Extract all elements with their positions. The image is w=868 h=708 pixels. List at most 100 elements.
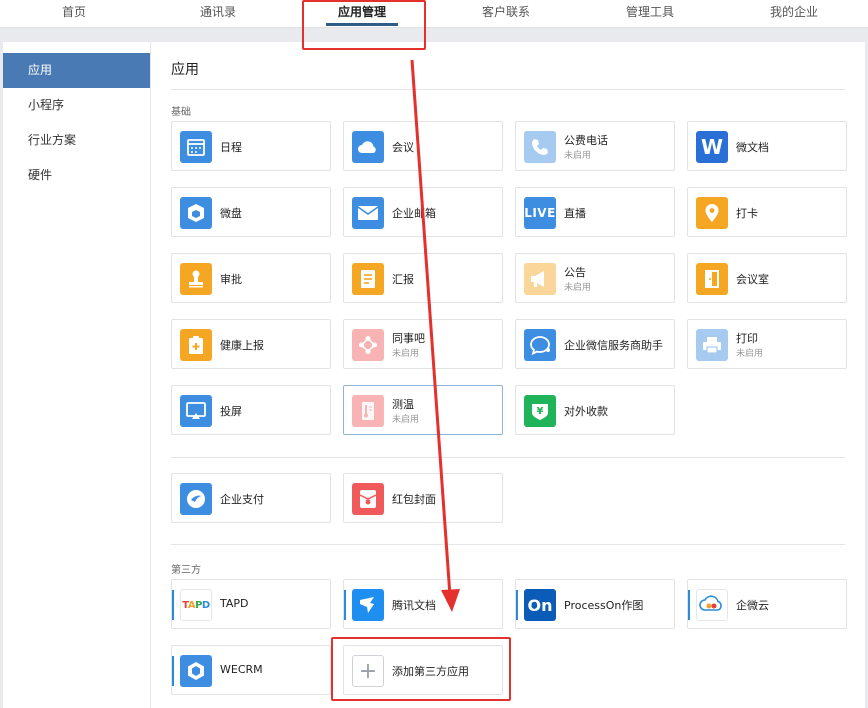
app-card[interactable]: 投屏 <box>171 385 331 435</box>
app-card[interactable]: 健康上报 <box>171 319 331 369</box>
app-name: 企微云 <box>736 599 769 612</box>
app-name: 投屏 <box>220 405 242 418</box>
thermometer-icon <box>352 395 384 427</box>
tab-home[interactable]: 首页 <box>62 0 86 28</box>
sidebar-item-apps[interactable]: 应用 <box>3 53 150 88</box>
app-card[interactable]: 企微云 <box>687 579 847 629</box>
app-name: 对外收款 <box>564 405 608 418</box>
app-card[interactable]: ¥ 对外收款 <box>515 385 675 435</box>
app-card[interactable]: 测温 未启用 <box>343 385 503 435</box>
app-card[interactable]: 公费电话 未启用 <box>515 121 675 171</box>
section-divider <box>171 544 845 545</box>
screen-cast-icon <box>180 395 212 427</box>
app-card[interactable]: 企业微信服务商助手 <box>515 319 675 369</box>
report-icon <box>352 263 384 295</box>
app-card[interactable]: 企业邮箱 <box>343 187 503 237</box>
app-card[interactable]: 腾讯文档 <box>343 579 503 629</box>
app-card[interactable]: W 微文档 <box>687 121 847 171</box>
top-navigation: 首页 通讯录 应用管理 客户联系 管理工具 我的企业 <box>0 0 868 28</box>
app-name: 红包封面 <box>392 493 436 506</box>
app-name: 汇报 <box>392 273 414 286</box>
app-name: 企业邮箱 <box>392 207 436 220</box>
app-status: 未启用 <box>564 283 592 293</box>
wallet-icon <box>180 483 212 515</box>
app-card[interactable]: 微盘 <box>171 187 331 237</box>
app-name: WECRM <box>220 663 263 676</box>
location-pin-icon <box>696 197 728 229</box>
tencent-docs-icon <box>352 589 384 621</box>
app-status: 未启用 <box>564 151 592 161</box>
sidebar-item-hardware[interactable]: 硬件 <box>3 158 150 193</box>
app-card[interactable]: 审批 <box>171 253 331 303</box>
chat-bubble-icon <box>524 329 556 361</box>
app-card[interactable]: 日程 <box>171 121 331 171</box>
app-card[interactable]: On ProcessOn作图 <box>515 579 675 629</box>
app-name: 会议 <box>392 141 414 154</box>
app-name: 腾讯文档 <box>392 599 436 612</box>
door-icon <box>696 263 728 295</box>
sidebar-item-mini-programs[interactable]: 小程序 <box>3 88 150 123</box>
tab-customer-contact[interactable]: 客户联系 <box>482 0 530 28</box>
app-name: 打卡 <box>736 207 758 220</box>
tab-contacts[interactable]: 通讯录 <box>200 0 236 28</box>
app-name: 会议室 <box>736 273 769 286</box>
stamp-icon <box>180 263 212 295</box>
app-name: 日程 <box>220 141 242 154</box>
tab-app-management[interactable]: 应用管理 <box>325 0 399 28</box>
app-name: 微盘 <box>220 207 242 220</box>
app-name: 企业微信服务商助手 <box>564 339 663 352</box>
network-icon <box>352 329 384 361</box>
sidebar: 应用 小程序 行业方案 硬件 <box>3 42 151 708</box>
third-party-apps-grid: TAPD TAPD 腾讯文档 On ProcessOn作图 企微云 WECRM + 添加第三方应… <box>171 579 851 695</box>
app-name: 打印 <box>736 332 758 345</box>
app-card[interactable]: 打印 未启用 <box>687 319 847 369</box>
app-card[interactable]: 会议 <box>343 121 503 171</box>
drive-icon <box>180 197 212 229</box>
plus-icon: + <box>352 655 384 687</box>
calendar-icon <box>180 131 212 163</box>
app-card[interactable]: 会议室 <box>687 253 847 303</box>
megaphone-icon <box>524 263 556 295</box>
payment-apps-grid: 企业支付 红包封面 <box>171 473 851 523</box>
red-packet-icon <box>352 483 384 515</box>
app-name: 公费电话 <box>564 134 608 147</box>
title-divider <box>171 89 845 90</box>
app-name: 测温 <box>392 398 414 411</box>
app-card[interactable]: 公告 未启用 <box>515 253 675 303</box>
page-title: 应用 <box>171 62 199 78</box>
sidebar-item-industry-solutions[interactable]: 行业方案 <box>3 123 150 158</box>
app-status: 未启用 <box>392 349 420 359</box>
app-card[interactable]: 红包封面 <box>343 473 503 523</box>
live-icon: LIVE <box>524 197 556 229</box>
content-panel: 应用 小程序 行业方案 硬件 应用 基础 日程 会议 公费电话 未启用 W 微文档 微盘 企业… <box>3 42 865 708</box>
basic-apps-grid: 日程 会议 公费电话未启用 W 微文档微盘 企业邮箱 LIVE 直播 打卡审批 汇报 公告 未启用 会议… <box>171 121 851 435</box>
app-card[interactable]: 汇报 <box>343 253 503 303</box>
app-card[interactable]: WECRM <box>171 645 331 695</box>
app-status: 未启用 <box>736 349 764 359</box>
app-name: 审批 <box>220 273 242 286</box>
section-label-third-party: 第三方 <box>171 565 201 576</box>
svg-text:¥: ¥ <box>537 406 544 417</box>
tab-management-tools[interactable]: 管理工具 <box>626 0 674 28</box>
app-card[interactable]: TAPD TAPD <box>171 579 331 629</box>
app-card[interactable]: LIVE 直播 <box>515 187 675 237</box>
app-name: 微文档 <box>736 141 769 154</box>
app-name: 同事吧 <box>392 332 425 345</box>
app-name: 直播 <box>564 207 586 220</box>
phone-icon <box>524 131 556 163</box>
app-name: 健康上报 <box>220 339 264 352</box>
app-card[interactable]: 打卡 <box>687 187 847 237</box>
app-name: TAPD <box>220 597 249 610</box>
section-label-basic: 基础 <box>171 107 191 118</box>
mail-icon <box>352 197 384 229</box>
tapd-logo-icon: TAPD <box>180 589 212 621</box>
tab-my-enterprise[interactable]: 我的企业 <box>770 0 818 28</box>
add-third-party-app-button[interactable]: + 添加第三方应用 <box>343 645 503 695</box>
meeting-cloud-icon <box>352 131 384 163</box>
health-icon <box>180 329 212 361</box>
app-card[interactable]: 同事吧 未启用 <box>343 319 503 369</box>
document-w-icon: W <box>696 131 728 163</box>
app-status: 未启用 <box>392 415 420 425</box>
app-card[interactable]: 企业支付 <box>171 473 331 523</box>
app-name: 添加第三方应用 <box>392 665 469 678</box>
